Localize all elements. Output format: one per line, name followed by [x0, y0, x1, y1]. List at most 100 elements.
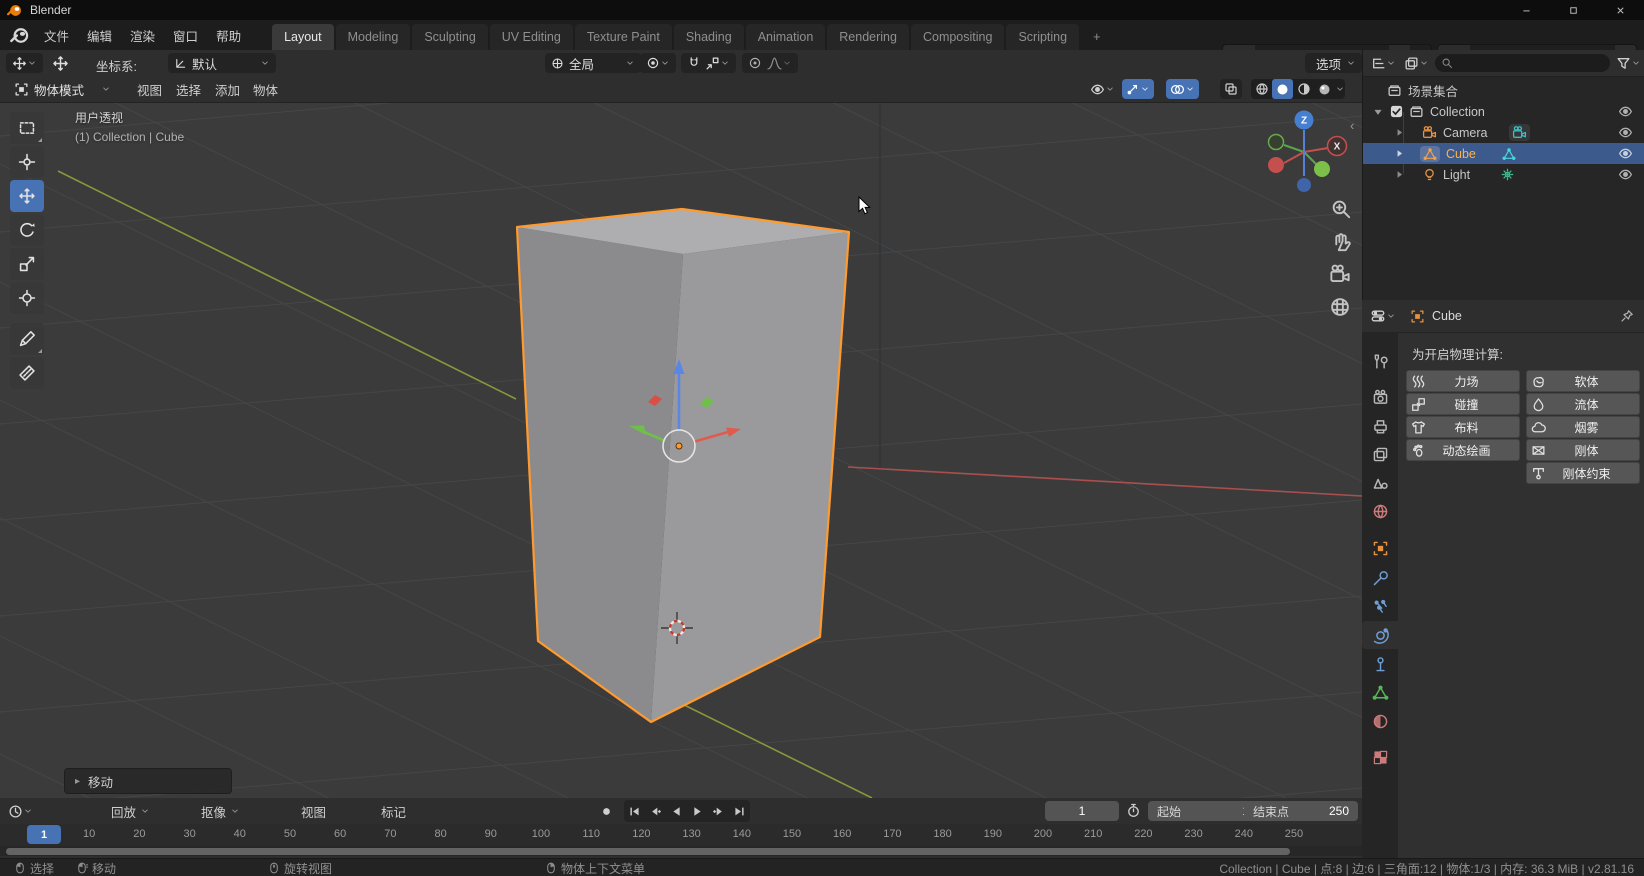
- collision-button[interactable]: 碰撞: [1406, 393, 1520, 415]
- frame-start-field[interactable]: 起始 1: [1148, 801, 1258, 821]
- overlays-toggle[interactable]: [1166, 79, 1199, 99]
- tab-scripting[interactable]: Scripting: [1006, 24, 1080, 50]
- dynamic-paint-button[interactable]: 动态绘画: [1406, 439, 1520, 461]
- tab-material[interactable]: [1362, 707, 1398, 735]
- tool-move[interactable]: [10, 180, 44, 212]
- tab-animation[interactable]: Animation: [745, 24, 826, 50]
- tool-measure[interactable]: [10, 357, 44, 389]
- mode-selector[interactable]: 物体模式: [8, 79, 117, 99]
- tab-particles[interactable]: [1362, 592, 1398, 620]
- timeline-editor-icon[interactable]: [8, 804, 23, 819]
- gizmo-z-neg[interactable]: [1297, 178, 1311, 192]
- rigid-body-button[interactable]: 刚体: [1526, 439, 1640, 461]
- tab-sculpting[interactable]: Sculpting: [412, 24, 488, 50]
- cube-row-selected[interactable]: Cube: [1363, 143, 1644, 164]
- expand-icon[interactable]: [1373, 107, 1383, 117]
- expand-icon[interactable]: [1395, 149, 1404, 158]
- hide-eye-icon[interactable]: [1618, 104, 1633, 119]
- tab-texture-paint[interactable]: Texture Paint: [574, 24, 672, 50]
- expand-icon[interactable]: [1395, 170, 1404, 179]
- minimize-button[interactable]: [1503, 0, 1550, 20]
- pivot-point-dropdown[interactable]: [640, 53, 676, 73]
- navigation-gizmo[interactable]: Z X: [1258, 106, 1354, 202]
- smoke-button[interactable]: 烟雾: [1526, 416, 1640, 438]
- shading-wireframe-button[interactable]: [1251, 79, 1272, 99]
- panel-collapse-arrow[interactable]: ‹: [1350, 118, 1354, 133]
- close-button[interactable]: [1597, 0, 1644, 20]
- tab-layout[interactable]: Layout: [272, 24, 334, 50]
- menu-view-timeline[interactable]: 视图: [292, 798, 335, 824]
- camera-view-button[interactable]: [1329, 263, 1351, 285]
- proportional-edit-controls[interactable]: [742, 53, 798, 73]
- hide-eye-icon[interactable]: [1618, 146, 1633, 161]
- jump-to-end-button[interactable]: [729, 800, 750, 822]
- pin-icon[interactable]: [1620, 309, 1634, 323]
- tool-scale[interactable]: [10, 248, 44, 280]
- cube-object[interactable]: [515, 207, 851, 724]
- menu-render[interactable]: 渲染: [121, 20, 164, 50]
- timeline-scrollbar[interactable]: [0, 846, 1362, 856]
- gizmo-x-neg[interactable]: [1268, 157, 1284, 173]
- tool-box-select[interactable]: [10, 112, 44, 144]
- collection-row[interactable]: Collection: [1363, 101, 1644, 122]
- menu-playback[interactable]: 回放: [102, 798, 159, 824]
- chevron-down-icon[interactable]: [1631, 58, 1641, 68]
- camera-data-chip[interactable]: [1509, 124, 1531, 141]
- hide-eye-icon[interactable]: [1618, 125, 1633, 140]
- menu-marker[interactable]: 标记: [372, 798, 415, 824]
- light-row[interactable]: Light: [1363, 164, 1644, 185]
- scene-collection-row[interactable]: 场景集合: [1363, 80, 1644, 101]
- next-keyframe-button[interactable]: [708, 800, 729, 822]
- pan-hand-button[interactable]: [1330, 231, 1352, 253]
- tab-render[interactable]: [1362, 383, 1398, 411]
- menu-keying[interactable]: 抠像: [192, 798, 249, 824]
- shading-solid-button[interactable]: [1272, 79, 1293, 99]
- gizmo-y-axis[interactable]: [1267, 133, 1285, 151]
- maximize-button[interactable]: [1550, 0, 1597, 20]
- record-button[interactable]: [596, 800, 617, 822]
- tab-world[interactable]: [1362, 497, 1398, 525]
- tab-rendering[interactable]: Rendering: [827, 24, 909, 50]
- properties-editor-icon[interactable]: [1370, 308, 1386, 324]
- tool-annotate[interactable]: [10, 323, 44, 355]
- stopwatch-icon[interactable]: [1126, 803, 1141, 818]
- orientation-dropdown[interactable]: 全局: [545, 53, 641, 73]
- tab-output[interactable]: [1362, 412, 1398, 440]
- menu-edit[interactable]: 编辑: [78, 20, 121, 50]
- gizmos-toggle[interactable]: [1122, 79, 1154, 99]
- jump-to-start-button[interactable]: [624, 800, 645, 822]
- tab-texture[interactable]: [1362, 743, 1398, 771]
- play-reverse-button[interactable]: [666, 800, 687, 822]
- tab-object-data[interactable]: [1362, 678, 1398, 706]
- menu-window[interactable]: 窗口: [164, 20, 207, 50]
- timeline-ruler[interactable]: 1 10 20 30 40 50 60 70 80 90 100 110 120 130 140 150 16…: [0, 824, 1362, 846]
- frame-end-field[interactable]: 结束点 250: [1244, 801, 1358, 821]
- blender-menu-icon[interactable]: [10, 26, 29, 45]
- visibility-dropdown[interactable]: [1086, 79, 1119, 99]
- menu-file[interactable]: 文件: [35, 20, 78, 50]
- hide-eye-icon[interactable]: [1618, 167, 1633, 182]
- options-dropdown[interactable]: 选项: [1305, 53, 1362, 73]
- tab-view-layer[interactable]: [1362, 440, 1398, 468]
- tab-modifiers[interactable]: [1362, 564, 1398, 592]
- tab-constraints[interactable]: [1362, 650, 1398, 678]
- menu-add[interactable]: 添加: [206, 76, 249, 102]
- tab-physics-active[interactable]: [1362, 621, 1398, 649]
- gizmo-y-neg[interactable]: [1314, 161, 1330, 177]
- tab-tool[interactable]: [1362, 347, 1398, 375]
- camera-row[interactable]: Camera: [1363, 122, 1644, 143]
- rigid-body-constraint-button[interactable]: 刚体约束: [1526, 462, 1640, 484]
- tab-compositing[interactable]: Compositing: [910, 24, 1005, 50]
- add-workspace-button[interactable]: +: [1081, 24, 1112, 50]
- display-mode-icon[interactable]: [1404, 56, 1419, 71]
- menu-select[interactable]: 选择: [167, 76, 210, 102]
- snap-controls[interactable]: [681, 53, 736, 73]
- active-tool-selector[interactable]: [6, 53, 43, 73]
- zoom-button[interactable]: [1330, 198, 1352, 220]
- tab-shading[interactable]: Shading: [673, 24, 744, 50]
- xray-toggle[interactable]: [1220, 79, 1242, 99]
- fluid-button[interactable]: 流体: [1526, 393, 1640, 415]
- chevron-down-icon[interactable]: [1386, 311, 1396, 321]
- play-button[interactable]: [687, 800, 708, 822]
- current-frame-field[interactable]: 1: [1045, 801, 1119, 821]
